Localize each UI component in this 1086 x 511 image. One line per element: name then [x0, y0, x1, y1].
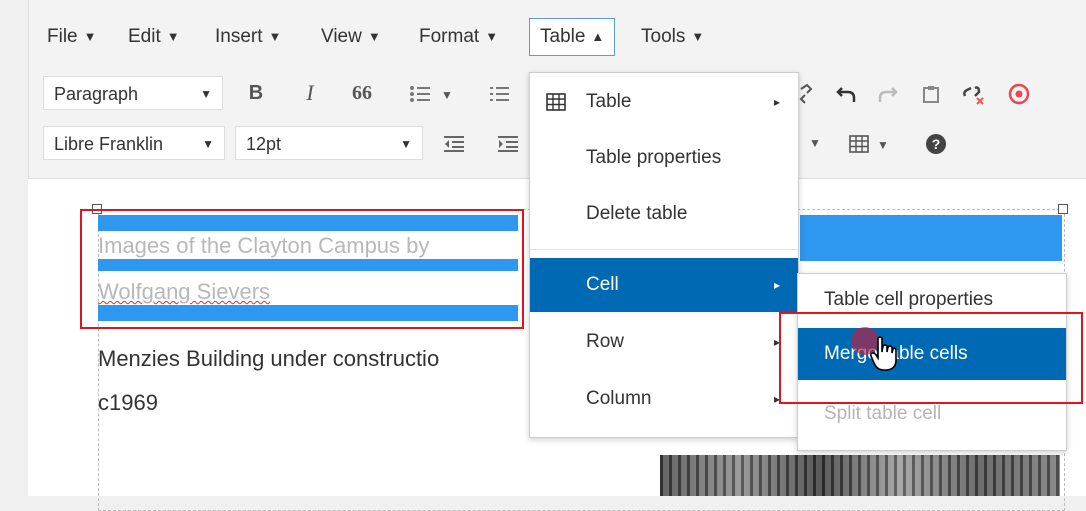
table-menu-dropdown: Table ▸ Table properties Delete table Ce…: [529, 72, 799, 438]
table-menu-item-delete-table[interactable]: Delete table: [530, 187, 798, 241]
body-line-2[interactable]: c1969: [98, 375, 158, 430]
menu-edit[interactable]: Edit ▼: [128, 18, 180, 56]
caret-down-icon: ▼: [202, 137, 214, 151]
redo-button[interactable]: [873, 76, 901, 110]
record-button[interactable]: [1005, 76, 1033, 110]
font-family-select[interactable]: Libre Franklin ▼: [43, 126, 225, 160]
caret-down-icon[interactable]: ▼: [805, 126, 825, 160]
indent-button[interactable]: [493, 126, 523, 160]
font-size-select[interactable]: 12pt ▼: [235, 126, 423, 160]
table-grid-icon: [849, 134, 869, 153]
caret-down-icon: ▼: [691, 29, 705, 44]
menu-table[interactable]: Table ▲: [529, 18, 616, 56]
undo-icon: [836, 86, 856, 102]
clipboard-icon: [923, 85, 939, 103]
table-menu-item-table-properties[interactable]: Table properties: [530, 131, 798, 185]
help-button[interactable]: ?: [923, 126, 949, 160]
caret-down-icon: ▼: [200, 87, 212, 101]
building-photo[interactable]: [660, 455, 1060, 496]
numbered-list-icon: [490, 86, 509, 101]
caret-down-icon: ▼: [400, 137, 412, 151]
unlink-icon: [799, 83, 813, 104]
paste-text-button[interactable]: [917, 76, 945, 110]
redo-icon: [878, 86, 898, 102]
table-menu-item-column[interactable]: Column ▸: [530, 372, 798, 426]
hand-cursor-icon: [870, 336, 897, 371]
undo-button[interactable]: [833, 76, 861, 110]
outdent-icon: [444, 135, 464, 152]
submenu-arrow-icon: ▸: [773, 278, 780, 292]
menubar: File ▼ Edit ▼ Insert ▼ View ▼ Format ▼ Table ▲…: [29, 18, 1086, 56]
menu-insert[interactable]: Insert ▼: [215, 18, 281, 56]
submenu-arrow-icon: ▸: [773, 95, 780, 109]
link-remove-icon: [963, 85, 984, 105]
selection-highlight: [800, 215, 1062, 261]
blockquote-button[interactable]: 66: [345, 76, 379, 110]
menu-format[interactable]: Format ▼: [419, 18, 498, 56]
caret-down-icon: ▼: [441, 88, 453, 102]
bullet-list-icon: [410, 85, 431, 102]
record-icon: [1008, 83, 1030, 104]
menu-separator: [530, 249, 798, 250]
italic-button[interactable]: I: [295, 76, 325, 110]
caret-down-icon: ▼: [166, 29, 180, 44]
annotation-highlight-caption: [80, 209, 524, 329]
menu-view[interactable]: View ▼: [321, 18, 381, 56]
indent-icon: [498, 135, 518, 152]
annotation-highlight-merge: [779, 312, 1083, 404]
bullet-list-button[interactable]: ▼: [401, 76, 461, 110]
caret-down-icon: ▼: [485, 29, 499, 44]
bold-button[interactable]: B: [241, 76, 271, 110]
outdent-button[interactable]: [439, 126, 469, 160]
table-menu-item-cell[interactable]: Cell ▸: [530, 258, 798, 312]
table-menu-item-table[interactable]: Table ▸: [530, 75, 798, 129]
format-select[interactable]: Paragraph ▼: [43, 76, 223, 110]
table-grid-icon: [546, 93, 566, 111]
caret-down-icon: ▼: [877, 138, 889, 152]
resize-handle-top-right[interactable]: [1058, 204, 1068, 214]
caret-down-icon: ▼: [268, 29, 282, 44]
table-menu-item-row[interactable]: Row ▸: [530, 315, 798, 369]
caret-down-icon: ▼: [367, 29, 381, 44]
numbered-list-button[interactable]: [485, 76, 515, 110]
remove-link-button[interactable]: [959, 76, 987, 110]
menu-file[interactable]: File ▼: [47, 18, 97, 56]
help-icon: ?: [926, 133, 946, 154]
table-insert-button[interactable]: ▼: [841, 126, 897, 160]
caret-down-icon: ▼: [83, 29, 97, 44]
menu-tools[interactable]: Tools ▼: [641, 18, 704, 56]
caret-up-icon: ▲: [591, 29, 605, 44]
